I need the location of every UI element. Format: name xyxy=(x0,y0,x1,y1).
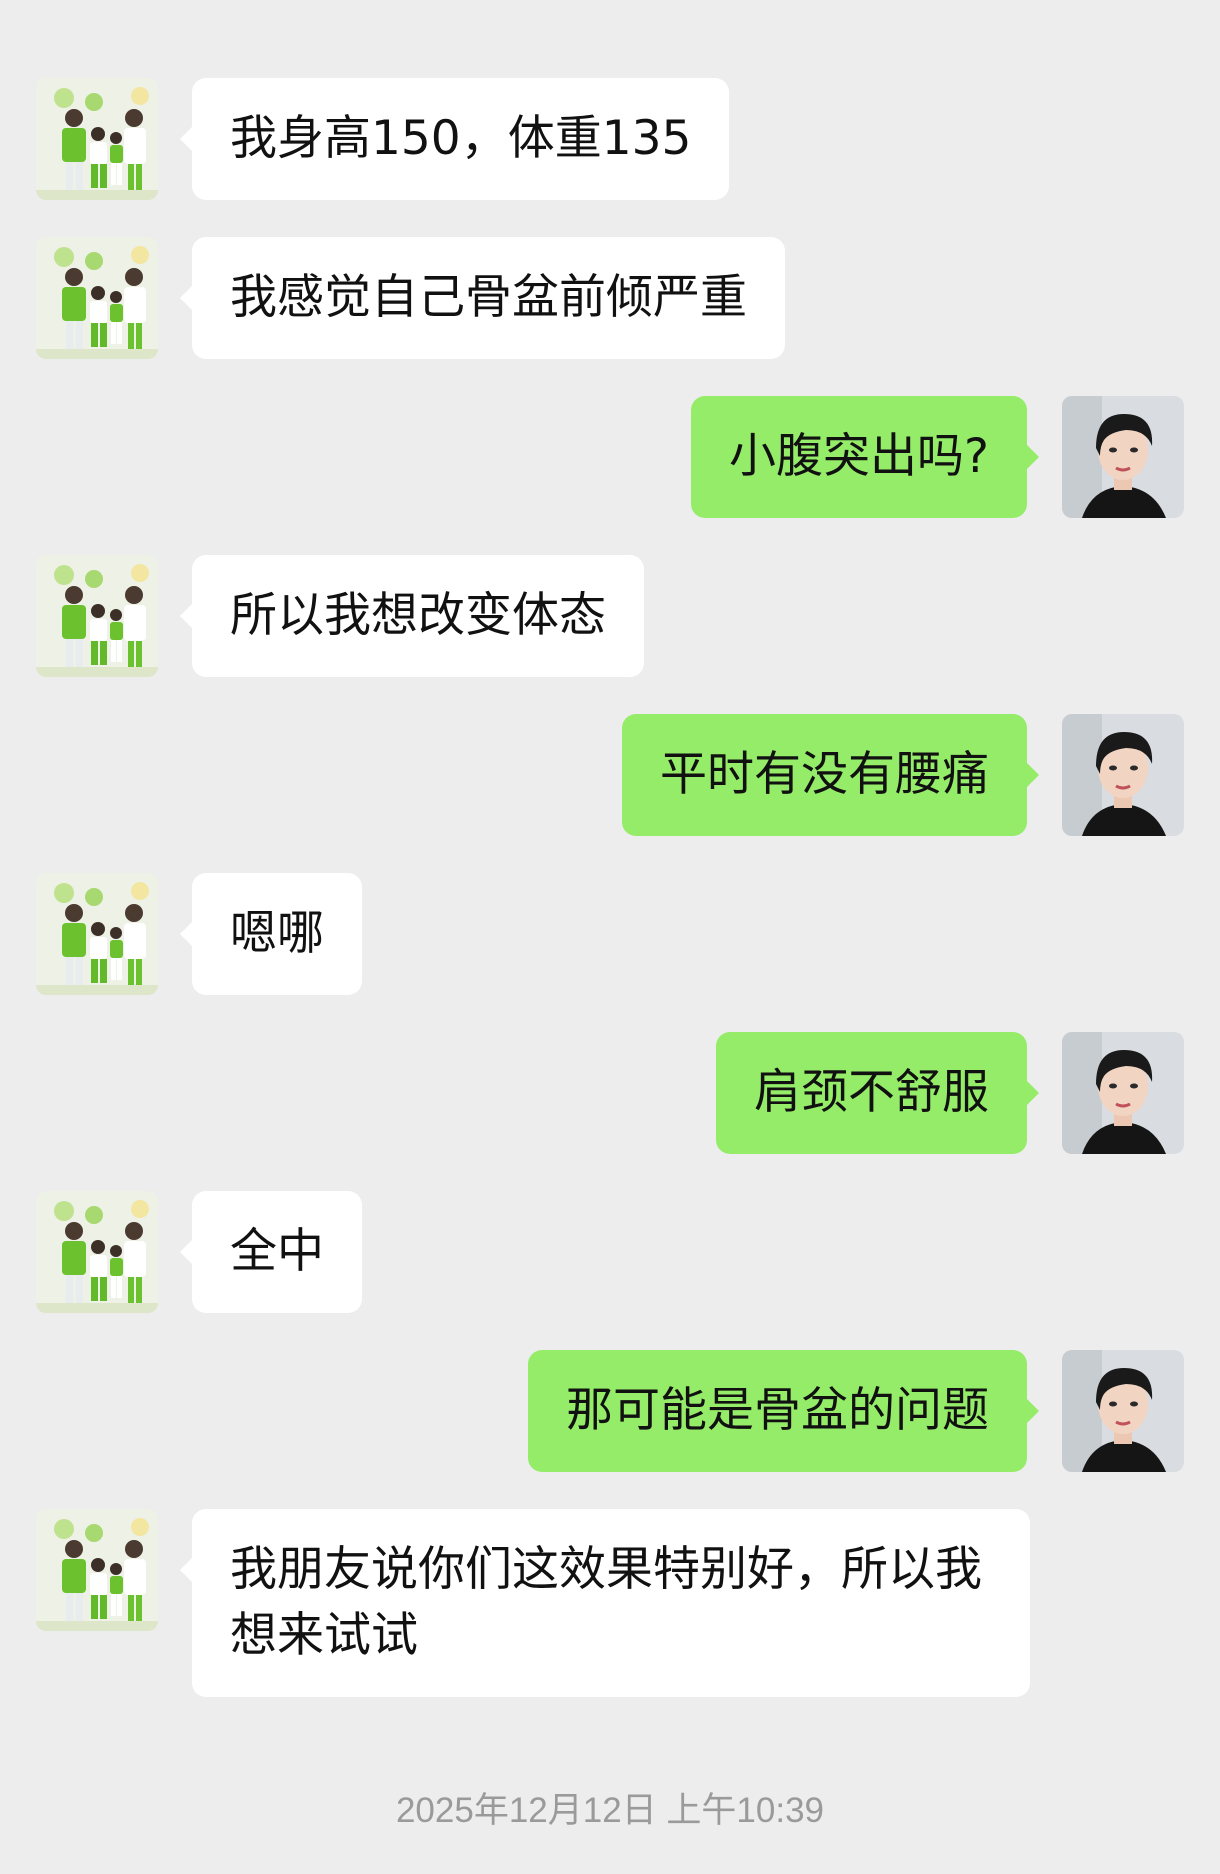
message-row-incoming: 所以我想改变体态 xyxy=(0,555,1220,677)
message-bubble-outgoing[interactable]: 平时有没有腰痛 xyxy=(622,714,1039,836)
message-timestamp: 2025年12月12日 上午10:39 xyxy=(395,1791,825,1830)
family-photo-avatar[interactable] xyxy=(36,1191,158,1313)
message-row-outgoing: 肩颈不舒服 xyxy=(0,1032,1220,1154)
message-row-incoming: 我朋友说你们这效果特别好，所以我想来试试 xyxy=(0,1509,1220,1697)
woman-portrait-avatar[interactable] xyxy=(1062,1032,1184,1154)
message-row-outgoing: 那可能是骨盆的问题 xyxy=(0,1350,1220,1472)
family-photo-avatar[interactable] xyxy=(36,1509,158,1631)
message-row-incoming: 我身高150，体重135 xyxy=(0,78,1220,200)
woman-portrait-avatar[interactable] xyxy=(1062,1350,1184,1472)
message-bubble-outgoing[interactable]: 肩颈不舒服 xyxy=(716,1032,1039,1154)
message-bubble-incoming[interactable]: 我感觉自己骨盆前倾严重 xyxy=(180,237,785,359)
message-bubble-outgoing[interactable]: 那可能是骨盆的问题 xyxy=(528,1350,1039,1472)
woman-portrait-avatar[interactable] xyxy=(1062,396,1184,518)
message-row-incoming: 嗯哪 xyxy=(0,873,1220,995)
family-photo-avatar[interactable] xyxy=(36,237,158,359)
family-photo-avatar[interactable] xyxy=(36,78,158,200)
chat-screen: { "messages": [ { "side": "in", "avatar"… xyxy=(0,0,1220,1874)
woman-portrait-avatar[interactable] xyxy=(1062,714,1184,836)
message-bubble-incoming[interactable]: 我朋友说你们这效果特别好，所以我想来试试 xyxy=(180,1509,1030,1697)
message-row-incoming: 我感觉自己骨盆前倾严重 xyxy=(0,237,1220,359)
message-row-outgoing: 小腹突出吗? xyxy=(0,396,1220,518)
message-bubble-incoming[interactable]: 全中 xyxy=(180,1191,362,1313)
family-photo-avatar[interactable] xyxy=(36,555,158,677)
message-bubble-incoming[interactable]: 嗯哪 xyxy=(180,873,362,995)
message-bubble-incoming[interactable]: 所以我想改变体态 xyxy=(180,555,644,677)
message-bubble-incoming[interactable]: 我身高150，体重135 xyxy=(179,78,730,200)
message-bubble-outgoing[interactable]: 小腹突出吗? xyxy=(691,396,1039,518)
message-row-outgoing: 平时有没有腰痛 xyxy=(0,714,1220,836)
family-photo-avatar[interactable] xyxy=(36,873,158,995)
message-row-incoming: 全中 xyxy=(0,1191,1220,1313)
